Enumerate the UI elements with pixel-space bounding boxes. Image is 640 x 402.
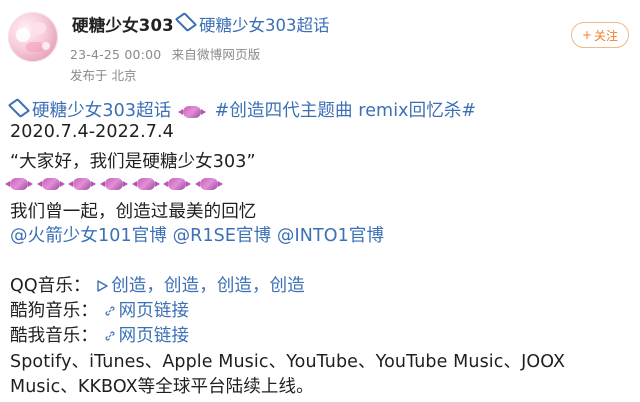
supertopic-icon: [7, 98, 31, 118]
kuwo-line: 酷我音乐： 网页链接: [10, 322, 189, 347]
platforms-line-2: Music、KKBOX等全球平台陆续上线。: [10, 377, 314, 397]
platforms-line-1: Spotify、iTunes、Apple Music、YouTube、YouTu…: [10, 352, 566, 372]
kuwo-link-text: 网页链接: [118, 326, 190, 346]
content-quote: “大家好，我们是硬糖少女303”: [10, 152, 256, 172]
candy-icon: [195, 178, 224, 190]
supertopic-link-body[interactable]: 硬糖少女303超话: [7, 98, 177, 121]
plus-icon: +: [581, 28, 593, 42]
supertopic-link-header[interactable]: 硬糖少女303超话: [174, 12, 330, 36]
candy-emoji-row: [5, 173, 226, 193]
kuwo-link[interactable]: 网页链接: [98, 326, 189, 346]
follow-button[interactable]: + 关注: [571, 22, 629, 48]
mention-link[interactable]: @INTO1官博: [277, 226, 384, 246]
mentions-line: @火箭少女101官博 @R1SE官博 @INTO1官博: [10, 222, 384, 247]
follow-label: 关注: [594, 28, 619, 43]
post-meta: 23-4-25 00:00 来自微博网页版: [70, 44, 260, 63]
supertopic-icon: [174, 12, 198, 32]
supertopic-text: 硬糖少女303超话: [32, 101, 172, 121]
candy-icon: [163, 178, 192, 190]
candy-icon: [100, 178, 129, 190]
content-dates: 2020.7.4-2022.7.4: [10, 122, 174, 142]
supertopic-label: 硬糖少女303超话: [199, 16, 330, 35]
link-icon: [105, 306, 115, 316]
post-time[interactable]: 23-4-25 00:00: [70, 47, 161, 62]
kuwo-label: 酷我音乐：: [10, 326, 98, 346]
link-icon: [105, 331, 115, 341]
candy-icon: [177, 106, 206, 118]
qq-music-line: QQ音乐： 创造，创造，创造，创造: [10, 272, 305, 297]
candy-icon: [131, 178, 160, 190]
kugou-link[interactable]: 网页链接: [98, 301, 189, 321]
kugou-link-text: 网页链接: [118, 301, 190, 321]
mention-link[interactable]: @火箭少女101官博: [10, 226, 167, 246]
candy-icon: [36, 178, 65, 190]
content-line-topic: 硬糖少女303超话 #创造四代主题曲 remix回忆杀#: [7, 97, 477, 122]
qq-music-label: QQ音乐：: [10, 276, 91, 296]
candy-icon: [68, 178, 97, 190]
post-source: 来自微博网页版: [171, 47, 261, 62]
qq-links-text: 创造，创造，创造，创造: [111, 276, 305, 296]
avatar[interactable]: [8, 12, 58, 62]
weibo-post-card: 硬糖少女303 硬糖少女303超话 23-4-25 00:00 来自微博网页版 …: [0, 0, 640, 402]
hashtag-link[interactable]: #创造四代主题曲 remix回忆杀#: [215, 101, 477, 121]
content-memory-line: 我们曾一起，创造过最美的回忆: [10, 202, 257, 222]
play-icon: [97, 280, 108, 292]
qq-music-links[interactable]: 创造，创造，创造，创造: [91, 276, 305, 296]
kugou-label: 酷狗音乐：: [10, 301, 98, 321]
candy-icon: [5, 178, 33, 190]
post-location: 发布于 北京: [70, 68, 137, 83]
username[interactable]: 硬糖少女303: [72, 12, 174, 36]
mention-link[interactable]: @R1SE官博: [173, 226, 272, 246]
kugou-line: 酷狗音乐： 网页链接: [10, 297, 189, 322]
